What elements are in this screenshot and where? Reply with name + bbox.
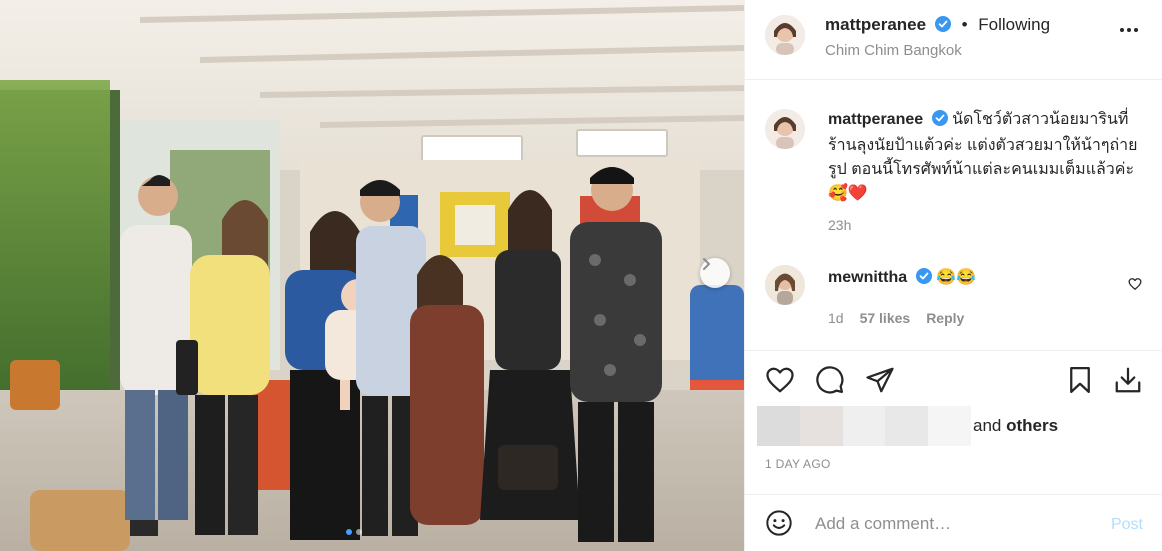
likes-others[interactable]: others — [1006, 416, 1058, 435]
more-dot-icon — [1120, 28, 1124, 32]
verified-badge-icon — [934, 16, 951, 37]
likes-text: and others — [973, 416, 1058, 436]
carousel-next-button[interactable] — [700, 258, 730, 288]
comment-button[interactable] — [815, 365, 845, 400]
comment-time[interactable]: 1d — [828, 310, 844, 326]
bookmark-icon — [1070, 367, 1090, 393]
author-avatar[interactable] — [765, 15, 805, 55]
smiley-icon — [766, 510, 792, 536]
avatar-image — [765, 109, 805, 149]
verified-badge-icon — [915, 268, 932, 289]
blurred-likers — [757, 406, 971, 446]
comment-meta: 1d 57 likes Reply — [828, 310, 964, 326]
commenter-username[interactable]: mewnittha — [828, 269, 907, 286]
download-icon — [1115, 367, 1141, 393]
group-photo-image — [0, 0, 744, 551]
carousel-dot — [356, 529, 362, 535]
caption-emojis: 🥰❤️ — [828, 185, 868, 202]
save-button[interactable] — [1065, 365, 1095, 400]
post-timestamp[interactable]: 1 DAY AGO — [765, 457, 831, 471]
post-details-panel: mattperanee • Following Chim Chim Bangko… — [744, 0, 1162, 551]
caption-text-line1: นัดโชว์ตัวสาวน้อยมารินที่ — [952, 111, 1129, 128]
post-header: mattperanee • Following Chim Chim Bangko… — [745, 0, 1162, 80]
paper-plane-icon — [866, 367, 894, 393]
header-separator: • — [961, 15, 968, 34]
post-photo[interactable] — [0, 0, 744, 551]
caption-text-line3: รูป ตอนนี้โทรศัพท์น้าแต่ละคนเมมเต็มแล้วค… — [828, 161, 1135, 178]
more-dot-icon — [1127, 28, 1131, 32]
share-button[interactable] — [865, 365, 895, 400]
caption-text-line2: ร้านลุงนัยป้าแต้วค่ะ แต่งตัวสวยมาให้น้าๆ… — [828, 137, 1138, 154]
caption-username[interactable]: mattperanee — [828, 111, 923, 128]
avatar-image — [765, 265, 805, 305]
likes-summary[interactable]: and others — [757, 406, 1058, 446]
commenter-avatar[interactable] — [765, 265, 805, 305]
header-author-row: mattperanee • Following — [825, 15, 1050, 37]
add-comment-bar: Post — [745, 494, 1162, 551]
comment-likes[interactable]: 57 likes — [860, 310, 911, 326]
heart-icon — [766, 367, 794, 393]
comment-body: mewnittha 😂😂 — [828, 267, 976, 289]
download-button[interactable] — [1113, 365, 1143, 400]
post-comment-button[interactable]: Post — [1111, 516, 1143, 534]
carousel-dot-active — [346, 529, 352, 535]
post-location[interactable]: Chim Chim Bangkok — [825, 42, 962, 59]
comment-text: 😂😂 — [936, 269, 976, 286]
like-button[interactable] — [765, 365, 795, 400]
comment-bubble-icon — [816, 366, 844, 394]
chevron-right-icon — [703, 258, 710, 270]
verified-badge-icon — [931, 110, 948, 134]
heart-icon — [1128, 278, 1142, 290]
author-username[interactable]: mattperanee — [825, 15, 926, 34]
caption-author-avatar[interactable] — [765, 109, 805, 149]
avatar-image — [765, 15, 805, 55]
caption-time[interactable]: 23h — [828, 217, 851, 233]
carousel-indicator — [346, 529, 362, 535]
comment-like-button[interactable] — [1128, 277, 1142, 296]
likes-and: and — [973, 416, 1002, 435]
post-caption: mattperanee นัดโชว์ตัวสาวน้อยมารินที่ ร้… — [828, 108, 1148, 206]
more-options-button[interactable] — [1120, 28, 1138, 32]
following-button[interactable]: Following — [978, 15, 1050, 34]
reply-button[interactable]: Reply — [926, 310, 964, 326]
post-actions-bar — [745, 350, 1162, 410]
emoji-button[interactable] — [765, 509, 793, 542]
more-dot-icon — [1134, 28, 1138, 32]
comment-input[interactable] — [815, 507, 1095, 541]
